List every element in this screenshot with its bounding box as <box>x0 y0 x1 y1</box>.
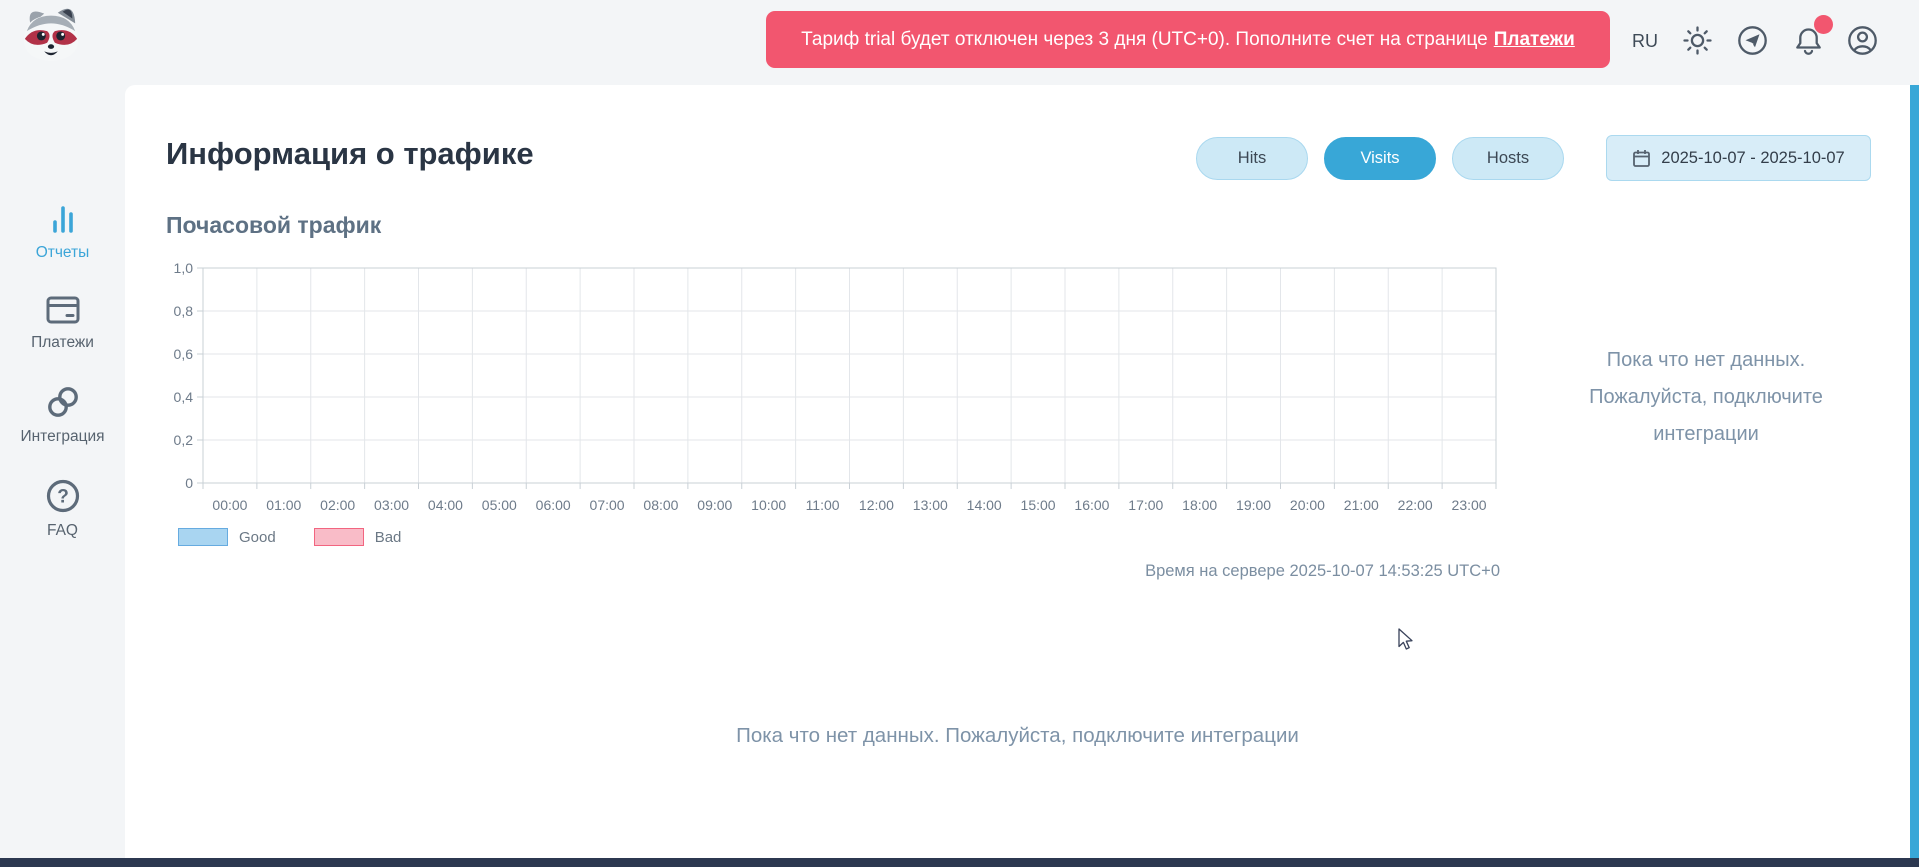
svg-text:09:00: 09:00 <box>697 497 732 513</box>
sidebar-item-payments[interactable]: Платежи <box>0 293 125 352</box>
bottom-window-edge <box>0 858 1919 867</box>
svg-text:16:00: 16:00 <box>1074 497 1109 513</box>
sidebar-item-reports[interactable]: Отчеты <box>0 201 125 262</box>
svg-text:0,2: 0,2 <box>174 432 194 448</box>
tab-hits[interactable]: Hits <box>1196 137 1308 180</box>
svg-text:0,4: 0,4 <box>174 389 194 405</box>
header: Тариф trial будет отключен через 3 дня (… <box>0 0 1919 85</box>
svg-text:11:00: 11:00 <box>806 497 840 513</box>
svg-text:10:00: 10:00 <box>751 497 786 513</box>
bar-chart-icon <box>45 201 81 237</box>
svg-text:0,8: 0,8 <box>174 303 194 319</box>
tab-hosts[interactable]: Hosts <box>1452 137 1564 180</box>
notification-dot <box>1814 15 1833 34</box>
svg-text:00:00: 00:00 <box>212 497 247 513</box>
trial-banner: Тариф trial будет отключен через 3 дня (… <box>766 11 1610 68</box>
svg-text:23:00: 23:00 <box>1452 497 1487 513</box>
telegram-icon[interactable] <box>1737 25 1768 56</box>
legend-bad-swatch <box>314 528 364 546</box>
svg-text:17:00: 17:00 <box>1128 497 1163 513</box>
payments-link[interactable]: Платежи <box>1494 29 1575 51</box>
svg-text:04:00: 04:00 <box>428 497 463 513</box>
svg-text:18:00: 18:00 <box>1182 497 1217 513</box>
section-title: Почасовой трафик <box>166 212 381 239</box>
svg-text:13:00: 13:00 <box>913 497 948 513</box>
trial-banner-text: Тариф trial будет отключен через 3 дня (… <box>801 29 1488 51</box>
right-scrollbar[interactable] <box>1910 85 1919 858</box>
legend-good-label: Good <box>239 529 276 546</box>
svg-text:21:00: 21:00 <box>1344 497 1379 513</box>
page-title: Информация о трафике <box>166 136 534 172</box>
page-empty-message: Пока что нет данных. Пожалуйста, подключ… <box>125 724 1910 748</box>
legend-good[interactable]: Good <box>178 528 276 546</box>
question-icon: ? <box>44 477 82 515</box>
link-icon <box>44 383 82 421</box>
svg-text:03:00: 03:00 <box>374 497 409 513</box>
sun-icon[interactable] <box>1682 25 1713 56</box>
sidebar-item-label: FAQ <box>47 522 78 540</box>
date-range-value: 2025-10-07 - 2025-10-07 <box>1661 149 1844 168</box>
svg-text:1,0: 1,0 <box>174 260 194 276</box>
sidebar-item-label: Платежи <box>31 334 94 352</box>
legend-bad-label: Bad <box>375 529 402 546</box>
calendar-icon <box>1632 149 1651 168</box>
sidebar-item-faq[interactable]: ? FAQ <box>0 477 125 540</box>
sidebar: Отчеты Платежи Интеграция ? FAQ <box>0 85 125 858</box>
svg-text:06:00: 06:00 <box>536 497 571 513</box>
sidebar-item-integration[interactable]: Интеграция <box>0 383 125 446</box>
svg-text:12:00: 12:00 <box>859 497 894 513</box>
svg-text:07:00: 07:00 <box>590 497 625 513</box>
svg-text:22:00: 22:00 <box>1398 497 1433 513</box>
chart-canvas: 1,0 0,8 0,6 0,4 0,2 0 00:00 01:00 02:00 03:00 04:0… <box>160 255 1510 520</box>
chart-legend: Good Bad <box>178 528 401 546</box>
svg-text:19:00: 19:00 <box>1236 497 1271 513</box>
svg-text:0,6: 0,6 <box>174 346 194 362</box>
date-range-picker[interactable]: 2025-10-07 - 2025-10-07 <box>1606 135 1871 181</box>
svg-text:20:00: 20:00 <box>1290 497 1325 513</box>
svg-text:?: ? <box>57 487 69 508</box>
credit-card-icon <box>44 293 82 327</box>
svg-text:15:00: 15:00 <box>1021 497 1056 513</box>
profile-icon[interactable] <box>1847 25 1878 56</box>
server-time: Время на сервере 2025-10-07 14:53:25 UTC… <box>1000 562 1500 581</box>
legend-good-swatch <box>178 528 228 546</box>
svg-text:08:00: 08:00 <box>643 497 678 513</box>
tab-visits[interactable]: Visits <box>1324 137 1436 180</box>
language-selector[interactable]: RU <box>1622 28 1668 54</box>
legend-bad[interactable]: Bad <box>314 528 402 546</box>
svg-text:05:00: 05:00 <box>482 497 517 513</box>
logo-raccoon[interactable] <box>16 4 86 64</box>
sidebar-item-label: Интеграция <box>20 428 104 446</box>
sidebar-item-label: Отчеты <box>36 244 90 262</box>
svg-text:01:00: 01:00 <box>266 497 301 513</box>
hourly-traffic-chart: 1,0 0,8 0,6 0,4 0,2 0 00:00 01:00 02:00 03:00 04:0… <box>160 255 1510 520</box>
svg-text:14:00: 14:00 <box>967 497 1002 513</box>
svg-text:0: 0 <box>185 475 193 491</box>
chart-empty-message: Пока что нет данных. Пожалуйста, подключ… <box>1548 342 1864 453</box>
svg-text:02:00: 02:00 <box>320 497 355 513</box>
